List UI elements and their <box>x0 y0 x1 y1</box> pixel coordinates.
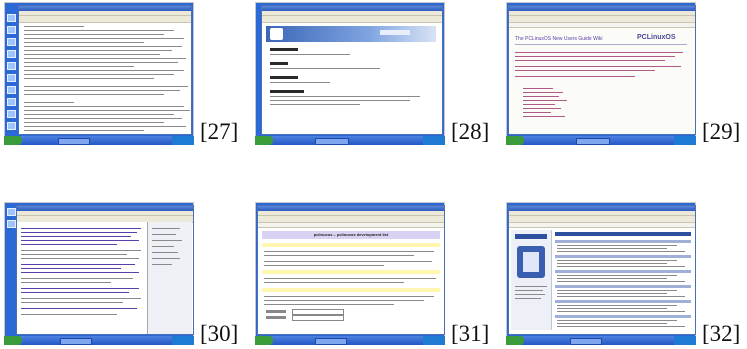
text-line <box>24 106 184 107</box>
text-line <box>24 50 172 51</box>
figure-label-32: [32] <box>702 321 741 346</box>
forum-post-line <box>557 311 685 312</box>
forum-post-line <box>557 296 685 297</box>
text-line <box>24 62 178 63</box>
forum-post-line <box>557 266 685 267</box>
forum-post-line <box>557 305 677 306</box>
mail-client-window <box>16 205 194 335</box>
forum-post-header <box>555 300 691 303</box>
text-line <box>24 70 184 71</box>
text-line <box>24 58 186 59</box>
screenshot-thumbnail-30 <box>4 202 194 345</box>
forum-post-line <box>557 308 667 309</box>
figure-label-28: [28] <box>451 119 490 144</box>
list-heading: pclinuxos – pclinuxos development list <box>313 232 389 237</box>
screenshot-thumbnail-28 <box>255 2 445 145</box>
text-line <box>24 34 164 35</box>
forum-post-line <box>557 293 667 294</box>
forum-post-line <box>557 251 685 252</box>
guide-browser-window: The PCLinuxOS New Users Guide Wiki PCLin… <box>508 5 696 135</box>
text-line <box>24 102 74 103</box>
text-line <box>24 122 164 123</box>
text-line <box>24 54 160 55</box>
text-line <box>24 74 174 75</box>
forum-post-line <box>557 278 667 279</box>
figure-label-27: [27] <box>200 119 239 144</box>
forum-post-header <box>555 240 691 243</box>
screenshot-thumbnail-29: The PCLinuxOS New Users Guide Wiki PCLin… <box>506 2 696 145</box>
figure-label-31: [31] <box>451 321 490 346</box>
forum-post-line <box>557 263 667 264</box>
text-line <box>24 94 164 95</box>
forum-post-line <box>557 290 677 291</box>
forum-post-header <box>555 255 691 258</box>
text-line <box>24 42 144 43</box>
text-line <box>24 110 190 111</box>
text-line <box>24 86 188 87</box>
figure-label-30: [30] <box>200 321 239 346</box>
text-line <box>24 78 154 79</box>
text-line <box>24 126 186 127</box>
forum-post-header <box>555 285 691 288</box>
forum-post-line <box>557 260 677 261</box>
text-window <box>18 5 192 135</box>
forum-post-header <box>555 270 691 273</box>
man-page-window <box>261 5 443 135</box>
forum-post-line <box>557 320 677 321</box>
forum-post-line <box>557 245 677 246</box>
text-line <box>24 38 184 39</box>
text-line <box>24 26 84 27</box>
text-line <box>24 118 182 119</box>
guide-heading: The PCLinuxOS New Users Guide Wiki <box>515 36 603 42</box>
screenshot-thumbnail-31: pclinuxos – pclinuxos development list <box>255 202 445 345</box>
forum-post-line <box>557 326 685 327</box>
forum-post-line <box>557 275 677 276</box>
text-line <box>24 130 144 131</box>
text-line <box>24 90 180 91</box>
text-line <box>24 46 182 47</box>
forum-window <box>508 205 696 335</box>
figure-label-29: [29] <box>702 119 741 144</box>
screenshot-thumbnail-27 <box>4 2 194 145</box>
forum-post-header <box>555 315 691 318</box>
forum-post-line <box>557 323 667 324</box>
text-line <box>24 66 134 67</box>
screenshot-thumbnail-32 <box>506 202 696 345</box>
forum-post-line <box>557 281 685 282</box>
text-line <box>24 114 174 115</box>
pclinuxos-logo: PCLinuxOS <box>637 34 676 41</box>
mailing-list-window: pclinuxos – pclinuxos development list <box>257 205 445 335</box>
text-line <box>24 30 174 31</box>
forum-post-line <box>557 248 667 249</box>
